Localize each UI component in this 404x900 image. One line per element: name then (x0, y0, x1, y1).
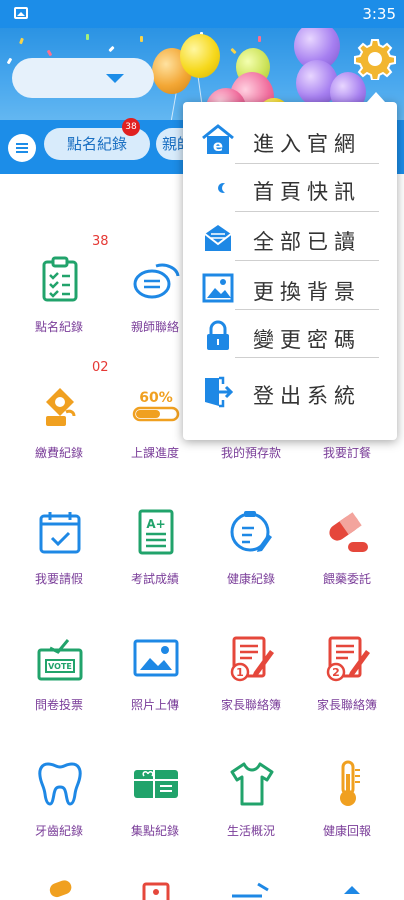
menu-item-label: 全部已讀 (253, 230, 361, 254)
menu-item-logout[interactable]: 登出系統 (183, 368, 397, 416)
tshirt-icon (230, 762, 274, 806)
points-card-icon (134, 770, 178, 798)
tile-contact-book-1[interactable]: 1 家長聯絡簿 (206, 612, 296, 722)
tile-health-record[interactable]: 健康紀錄 (206, 486, 296, 596)
partial-orange-icon (49, 880, 72, 898)
calendar-check-icon (39, 512, 81, 554)
tile-label: 繳費紀錄 (34, 446, 83, 460)
tile-label: 考試成績 (130, 572, 179, 586)
gear-icon[interactable] (354, 38, 396, 80)
tile-label: 我的預存款 (220, 446, 281, 460)
news-dot-icon (218, 183, 232, 193)
tile-label: 點名紀錄 (34, 320, 83, 334)
money-bag-icon (46, 388, 76, 426)
tile-label: 家長聯絡簿 (220, 698, 281, 712)
svg-text:e: e (213, 137, 223, 155)
tile-label: 照片上傳 (130, 698, 179, 712)
health-clipboard-icon (230, 511, 272, 552)
menu-item-mark-all-read[interactable]: 全部已讀 (183, 214, 397, 262)
tile-exam-grades[interactable]: A+ 考試成績 (110, 486, 200, 596)
lock-icon (207, 320, 229, 350)
tile-dental-record[interactable]: 牙齒紀錄 (14, 738, 104, 848)
svg-text:2: 2 (332, 666, 340, 679)
tile-label: 集點紀錄 (130, 824, 179, 838)
menu-item-change-background[interactable]: 更換背景 (183, 264, 397, 312)
status-bar: 3:35 (0, 0, 404, 28)
tile-contact-book-2[interactable]: 2 家長聯絡簿 (302, 612, 392, 722)
tile-label: 生活概況 (226, 824, 275, 838)
status-time: 3:35 (362, 5, 396, 23)
image-notification-icon (14, 7, 28, 19)
tile-label: 家長聯絡簿 (316, 698, 377, 712)
chevron-down-icon (106, 74, 124, 83)
tile-label: 我要請假 (34, 572, 83, 586)
website-home-icon: e (202, 124, 234, 155)
tile-payment[interactable]: 02 繳費紀錄 (14, 360, 109, 470)
tile-label: 上課進度 (130, 446, 179, 460)
tile-photo-upload[interactable]: 照片上傳 (110, 612, 200, 722)
tile-leave-request[interactable]: 我要請假 (14, 486, 104, 596)
clipboard-check-icon (42, 256, 78, 302)
tile-medication[interactable]: 餵藥委託 (302, 486, 392, 596)
notebook-one-icon: 1 (230, 636, 274, 682)
school-selector-dropdown[interactable] (12, 58, 154, 98)
tile-survey-vote[interactable]: VOTE 問卷投票 (14, 612, 104, 722)
tile-label: 餵藥委託 (322, 572, 371, 586)
tile-badge: 38 (92, 234, 109, 249)
progress-bar-icon: 60% (132, 390, 180, 422)
tile-badge: 02 (92, 360, 109, 375)
mail-read-icon (204, 225, 232, 251)
svg-text:VOTE: VOTE (48, 662, 72, 671)
tile-label: 健康紀錄 (226, 572, 275, 586)
tile-label: 問卷投票 (34, 698, 83, 712)
chat-bubbles-icon (133, 263, 180, 299)
change-background-icon (202, 273, 234, 303)
partial-blue-icon (232, 882, 269, 898)
menu-item-label: 進入官網 (253, 132, 361, 156)
tile-label: 健康回報 (322, 824, 371, 838)
tile-daily-life[interactable]: 生活概況 (206, 738, 296, 848)
thermometer-icon (340, 760, 360, 806)
svg-text:A+: A+ (146, 517, 165, 531)
menu-item-label: 首頁快訊 (253, 180, 361, 204)
partial-blue-icon (344, 886, 360, 894)
menu-item-label: 更換背景 (253, 280, 361, 304)
tab-attendance-badge: 38 (122, 118, 140, 136)
menu-item-label: 登出系統 (253, 384, 361, 408)
vote-box-icon: VOTE (37, 639, 83, 681)
tile-partial[interactable] (206, 864, 296, 900)
grade-paper-icon: A+ (138, 509, 174, 555)
tile-label: 我要訂餐 (322, 446, 371, 460)
tile-partial[interactable] (302, 864, 392, 900)
divider (235, 309, 379, 310)
pill-capsule-icon (329, 512, 368, 552)
divider (235, 260, 379, 261)
notebook-two-icon: 2 (326, 636, 370, 682)
settings-dropdown-menu: e 進入官網 首頁快訊 全部已讀 更換背景 變更密碼 登出系統 (183, 92, 397, 440)
svg-text:1: 1 (236, 666, 244, 679)
tile-partial[interactable] (110, 864, 200, 900)
menu-item-label: 變更密碼 (253, 328, 361, 352)
partial-red-icon (142, 882, 170, 900)
tile-attendance[interactable]: 38 點名紀錄 (14, 234, 109, 344)
menu-item-change-password[interactable]: 變更密碼 (183, 312, 397, 360)
tile-points-record[interactable]: 集點紀錄 (110, 738, 200, 848)
svg-text:60%: 60% (139, 390, 173, 406)
tooth-icon (38, 762, 82, 806)
tile-label: 牙齒紀錄 (34, 824, 83, 838)
photo-upload-icon (133, 639, 179, 677)
hamburger-menu-icon[interactable] (8, 134, 36, 162)
divider (235, 357, 379, 358)
menu-item-news[interactable]: 首頁快訊 (183, 164, 397, 212)
tile-health-report[interactable]: 健康回報 (302, 738, 392, 848)
tile-partial[interactable] (14, 864, 104, 900)
menu-item-website[interactable]: e 進入官網 (183, 116, 397, 164)
logout-door-icon (205, 376, 234, 408)
divider (235, 211, 379, 212)
